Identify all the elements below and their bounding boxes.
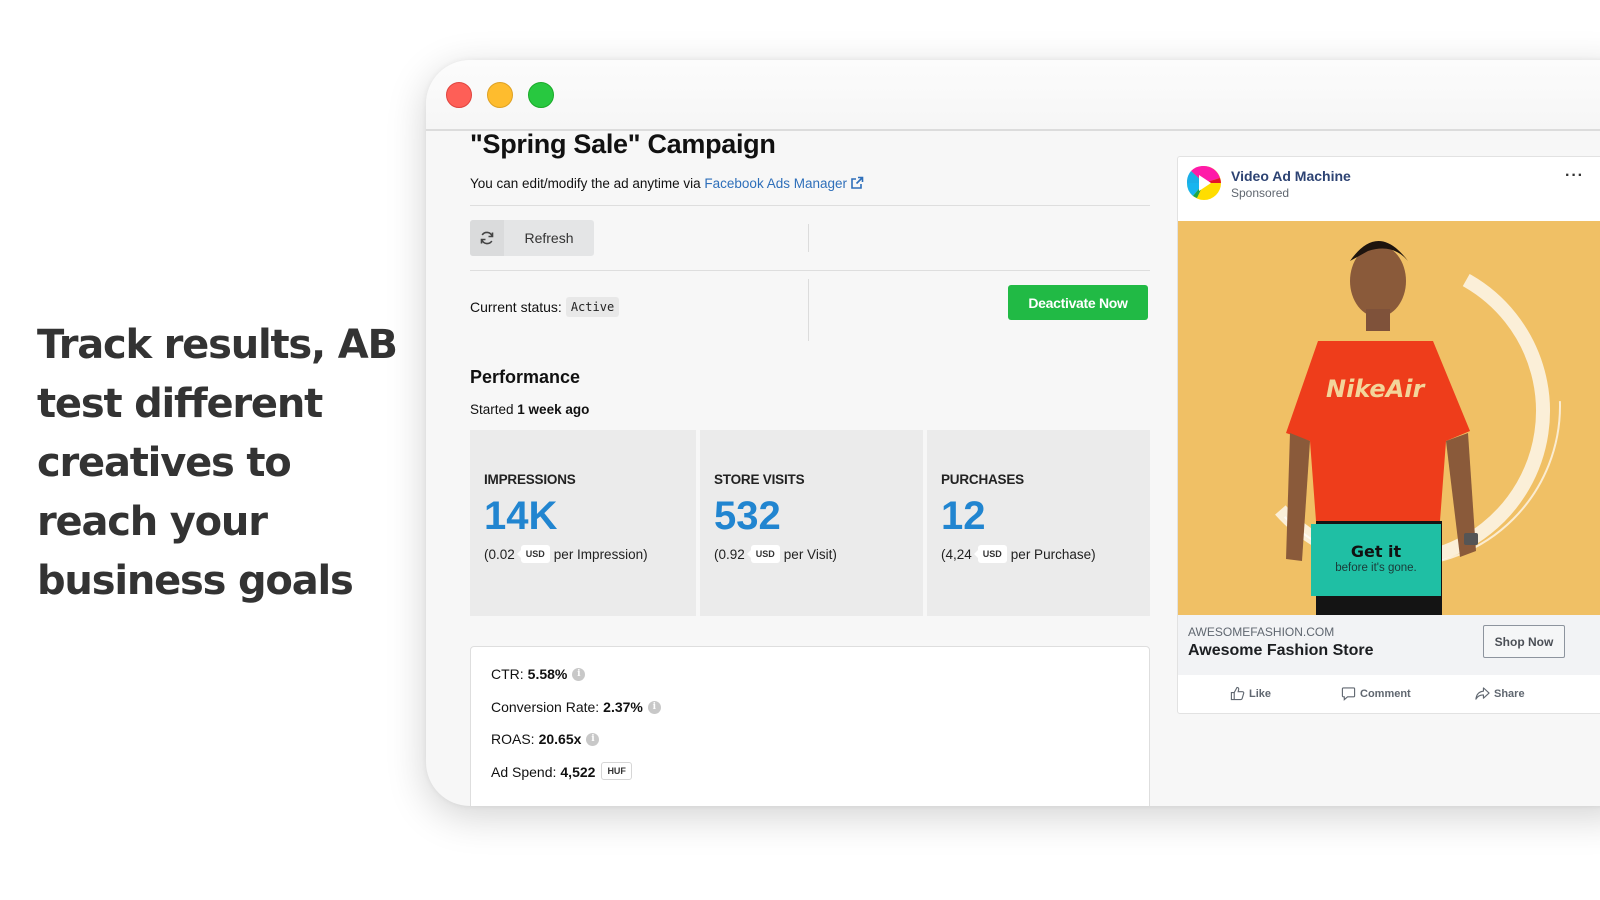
stat-label: PURCHASES xyxy=(941,472,1024,487)
cost-per-label: per Impression) xyxy=(553,546,648,562)
refresh-label: Refresh xyxy=(524,230,574,246)
app-window: "Spring Sale" Campaign You can edit/modi… xyxy=(426,60,1600,806)
creative-cta-overlay: Get it before it's gone. xyxy=(1311,524,1441,596)
metric-label: Ad Spend: xyxy=(491,763,557,780)
metrics-panel: CTR: 5.58% i Conversion Rate: 2.37% i ROAS: 2… xyxy=(470,646,1150,806)
stat-cost: (0.92 USD per Visit) xyxy=(714,545,909,563)
status-badge: Active xyxy=(565,297,620,317)
minimize-window-button[interactable] xyxy=(487,82,513,108)
share-label: Share xyxy=(1494,687,1525,700)
thumbs-up-icon xyxy=(1230,686,1245,701)
comment-button[interactable]: Comment xyxy=(1341,686,1411,701)
currency-badge: HUF xyxy=(601,761,632,780)
ad-store-name: Awesome Fashion Store xyxy=(1188,642,1374,659)
refresh-icon xyxy=(470,220,504,256)
refresh-button[interactable]: Refresh xyxy=(470,220,594,256)
status-row: Current status: Active Deactivate Now xyxy=(470,271,1150,343)
metric-value: 4,522 xyxy=(560,763,596,780)
stat-cost: (0.02 USD per Impression) xyxy=(484,545,682,563)
stat-value: 14K xyxy=(484,494,558,538)
share-icon xyxy=(1475,687,1490,700)
more-options-icon[interactable]: ··· xyxy=(1565,167,1584,185)
share-button[interactable]: Share xyxy=(1475,686,1525,701)
like-label: Like xyxy=(1249,687,1272,700)
info-icon[interactable]: i xyxy=(586,733,600,746)
ad-domain: AWESOMEFASHION.COM xyxy=(1188,625,1335,639)
shirt-print-text: NikeAir xyxy=(1326,375,1426,403)
performance-heading: Performance xyxy=(470,367,581,387)
window-titlebar xyxy=(426,60,1600,131)
metric-ad-spend: Ad Spend: 4,522 HUF xyxy=(491,761,1129,797)
edit-note-text: You can edit/modify the ad anytime via xyxy=(470,176,701,191)
metric-roas: ROAS: 20.65x i xyxy=(491,731,1129,764)
close-window-button[interactable] xyxy=(446,82,472,108)
info-icon[interactable]: i xyxy=(647,700,661,714)
campaign-title: "Spring Sale" Campaign xyxy=(470,129,776,159)
metric-value: 2.37% xyxy=(603,698,643,715)
metric-label: ROAS: xyxy=(491,731,535,747)
like-button[interactable]: Like xyxy=(1230,686,1271,701)
creative-cta-title: Get it xyxy=(1350,542,1402,561)
external-link-icon xyxy=(851,176,864,189)
brand-logo-icon xyxy=(1187,166,1221,200)
metric-value: 20.65x xyxy=(538,731,582,747)
info-icon[interactable]: i xyxy=(572,668,586,681)
currency-badge: USD xyxy=(973,545,1007,563)
started-prefix: Started xyxy=(470,402,514,417)
stat-card-purchases: PURCHASES 12 (4,24 USD per Purchase) xyxy=(927,430,1150,616)
stats-grid: IMPRESSIONS 14K (0.02 USD per Impression) … xyxy=(470,430,1150,616)
ad-header: Video Ad Machine Sponsored ··· xyxy=(1178,157,1600,221)
stat-card-store-visits: STORE VISITS 532 (0.92 USD per Visit) xyxy=(700,430,923,616)
stat-value: 532 xyxy=(714,494,781,538)
stat-label: IMPRESSIONS xyxy=(484,472,576,487)
metric-label: Conversion Rate: xyxy=(491,698,600,715)
refresh-row: Refresh xyxy=(470,206,1150,270)
maximize-window-button[interactable] xyxy=(528,82,554,108)
vertical-divider xyxy=(808,224,809,252)
status-label: Current status: xyxy=(470,299,562,315)
currency-badge: USD xyxy=(746,545,780,563)
promo-headline: Track results, AB test different creativ… xyxy=(37,322,398,604)
started-value: 1 week ago xyxy=(517,402,590,417)
creative-cta-subtitle: before it's gone. xyxy=(1335,562,1417,574)
ad-actions-bar: Like Comment Share xyxy=(1178,675,1600,713)
started-text: Started 1 week ago xyxy=(470,402,1150,417)
vertical-divider xyxy=(808,279,809,341)
stat-label: STORE VISITS xyxy=(714,472,805,487)
ads-manager-link[interactable]: Facebook Ads Manager xyxy=(704,176,864,191)
stat-card-impressions: IMPRESSIONS 14K (0.02 USD per Impression) xyxy=(470,430,696,616)
cost-per-label: per Visit) xyxy=(783,546,837,562)
edit-note: You can edit/modify the ad anytime via F… xyxy=(470,176,1150,191)
cost-value: (0.92 xyxy=(714,546,745,562)
metric-ctr: CTR: 5.58% i xyxy=(491,666,1129,699)
shop-now-button[interactable]: Shop Now xyxy=(1483,625,1565,658)
ad-page-name[interactable]: Video Ad Machine xyxy=(1231,168,1351,184)
comment-icon xyxy=(1341,687,1356,701)
sponsored-label: Sponsored xyxy=(1231,186,1290,200)
currency-badge: USD xyxy=(516,545,550,563)
cost-value: (4,24 xyxy=(941,546,972,562)
deactivate-now-button[interactable]: Deactivate Now xyxy=(1008,285,1148,320)
stat-cost: (4,24 USD per Purchase) xyxy=(941,545,1136,563)
ad-creative-image[interactable]: NikeAir Get it before it's gone. xyxy=(1178,221,1600,615)
metric-conversion-rate: Conversion Rate: 2.37% i xyxy=(491,699,1129,732)
comment-label: Comment xyxy=(1360,687,1411,700)
ad-preview-card: Video Ad Machine Sponsored ··· NikeAir G… xyxy=(1177,156,1600,714)
metric-label: CTR: xyxy=(491,666,524,682)
campaign-panel: "Spring Sale" Campaign You can edit/modi… xyxy=(470,129,1150,806)
cost-value: (0.02 xyxy=(484,546,515,562)
stat-value: 12 xyxy=(941,494,986,538)
metric-value: 5.58% xyxy=(527,666,568,682)
cost-per-label: per Purchase) xyxy=(1010,546,1096,562)
ad-link-footer[interactable]: AWESOMEFASHION.COM Awesome Fashion Store… xyxy=(1178,615,1600,675)
ads-manager-link-label: Facebook Ads Manager xyxy=(704,176,847,191)
